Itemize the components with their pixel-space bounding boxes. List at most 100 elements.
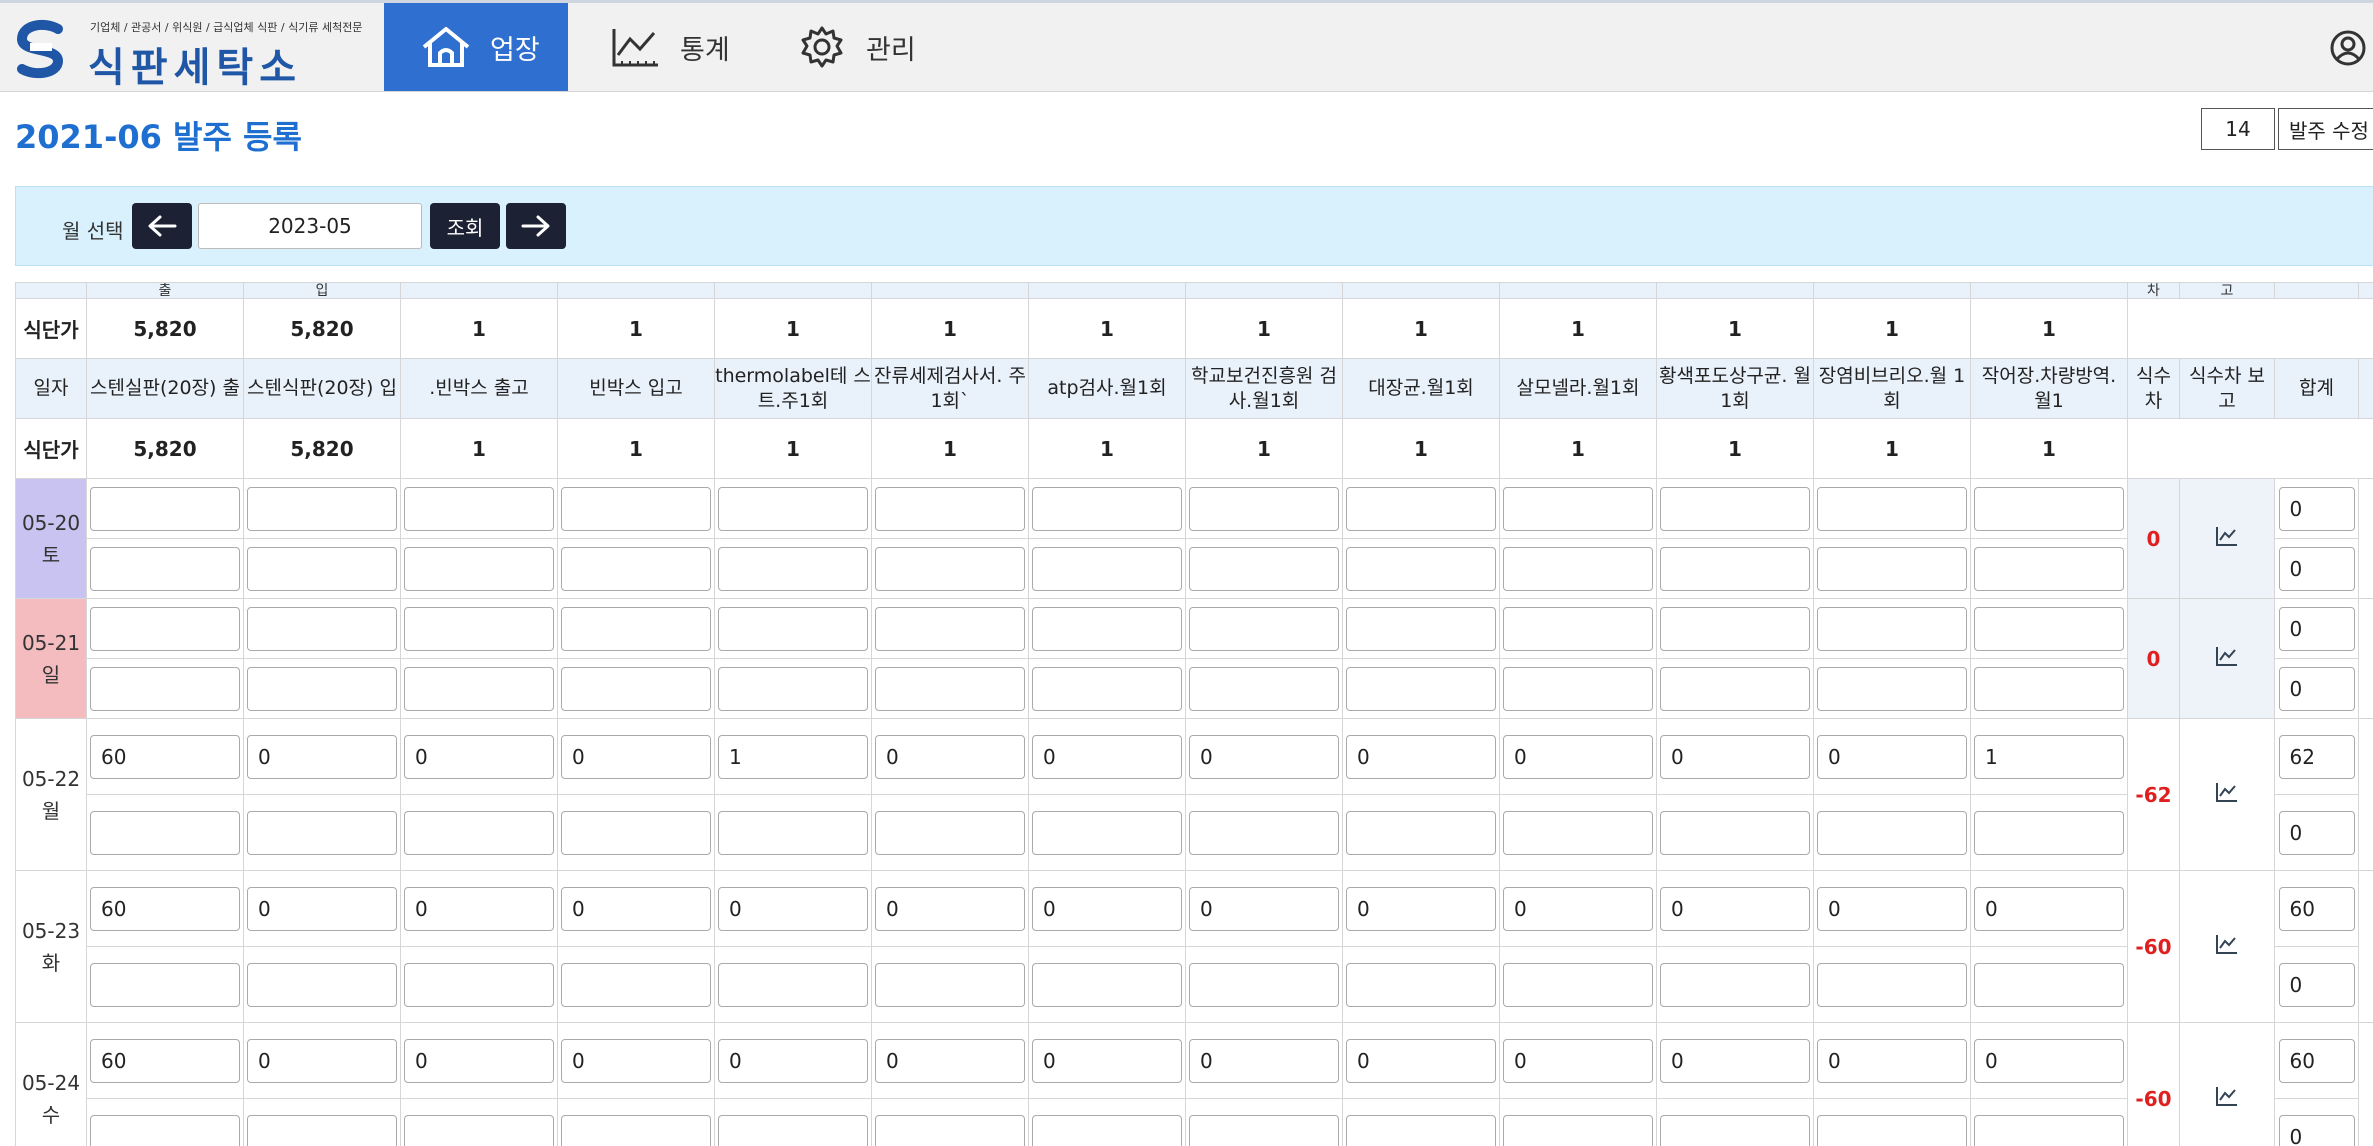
quantity-input-secondary[interactable] [1032, 962, 1182, 1007]
quantity-input-secondary[interactable] [404, 546, 554, 591]
quantity-input-secondary[interactable] [1189, 962, 1339, 1007]
quantity-input[interactable]: 0 [1503, 734, 1653, 779]
quantity-input[interactable]: 0 [247, 734, 397, 779]
quantity-input-secondary[interactable] [1346, 666, 1496, 711]
next-month-button[interactable] [506, 203, 566, 249]
quantity-input-secondary[interactable] [1817, 962, 1967, 1007]
quantity-input-secondary[interactable] [1660, 962, 1810, 1007]
total-input-secondary[interactable]: 0 [2278, 546, 2355, 591]
quantity-input-secondary[interactable] [404, 962, 554, 1007]
quantity-input[interactable]: 0 [1974, 886, 2124, 931]
order-grid-scroll-area[interactable]: 출 입 차 고 식단가 5,820 5,820 1 1 1 1 1 1 1 1 1 1 1 일자 스텐실판(20장) … [15, 282, 2373, 1146]
quantity-input[interactable] [1503, 486, 1653, 531]
quantity-input-secondary[interactable] [1189, 666, 1339, 711]
quantity-input[interactable]: 0 [561, 886, 711, 931]
quantity-input[interactable]: 0 [1032, 886, 1182, 931]
brand-logo[interactable]: 기업체 / 관공서 / 위식원 / 급식업체 식판 / 식기류 세척전문 식판세… [14, 15, 362, 91]
quantity-input-secondary[interactable] [1660, 810, 1810, 855]
quantity-input[interactable]: 0 [875, 1038, 1025, 1083]
nav-tab-admin[interactable]: 관리 [796, 3, 996, 91]
total-input[interactable]: 0 [2278, 486, 2355, 531]
query-button[interactable]: 조회 [430, 203, 500, 249]
quantity-input[interactable]: 0 [404, 886, 554, 931]
quantity-input[interactable] [90, 486, 240, 531]
quantity-input[interactable]: 0 [1974, 1038, 2124, 1083]
quantity-input[interactable] [1660, 606, 1810, 651]
quantity-input[interactable]: 0 [1660, 1038, 1810, 1083]
total-input-secondary[interactable]: 0 [2278, 962, 2355, 1007]
quantity-input[interactable]: 0 [1503, 886, 1653, 931]
quantity-input-secondary[interactable] [1974, 962, 2124, 1007]
quantity-input[interactable]: 0 [1660, 886, 1810, 931]
quantity-input[interactable] [875, 486, 1025, 531]
count-input[interactable]: 14 [2201, 108, 2275, 150]
user-profile-button[interactable] [2329, 29, 2367, 67]
quantity-input[interactable] [1503, 606, 1653, 651]
quantity-input-secondary[interactable] [90, 962, 240, 1007]
quantity-input[interactable]: 0 [718, 1038, 868, 1083]
quantity-input-secondary[interactable] [1346, 810, 1496, 855]
quantity-input-secondary[interactable] [1974, 666, 2124, 711]
quantity-input[interactable]: 0 [561, 1038, 711, 1083]
quantity-input[interactable]: 0 [1189, 886, 1339, 931]
quantity-input[interactable]: 0 [1189, 734, 1339, 779]
quantity-input[interactable]: 0 [247, 1038, 397, 1083]
quantity-input[interactable] [718, 606, 868, 651]
quantity-input-secondary[interactable] [90, 1114, 240, 1146]
quantity-input[interactable] [1817, 606, 1967, 651]
quantity-input[interactable] [561, 606, 711, 651]
quantity-input-secondary[interactable] [561, 810, 711, 855]
quantity-input[interactable]: 1 [1974, 734, 2124, 779]
quantity-input-secondary[interactable] [247, 962, 397, 1007]
quantity-input[interactable]: 0 [1346, 1038, 1496, 1083]
quantity-input[interactable] [561, 486, 711, 531]
quantity-input[interactable]: 0 [404, 734, 554, 779]
quantity-input-secondary[interactable] [404, 810, 554, 855]
quantity-input[interactable] [1032, 606, 1182, 651]
quantity-input-secondary[interactable] [1189, 810, 1339, 855]
quantity-input[interactable]: 0 [1346, 886, 1496, 931]
total-input-secondary[interactable]: 0 [2278, 666, 2355, 711]
line-chart-icon[interactable] [2215, 933, 2239, 955]
quantity-input-secondary[interactable] [1817, 810, 1967, 855]
quantity-input-secondary[interactable] [718, 1114, 868, 1146]
line-chart-icon[interactable] [2215, 781, 2239, 803]
quantity-input-secondary[interactable] [1503, 1114, 1653, 1146]
quantity-input-secondary[interactable] [247, 666, 397, 711]
quantity-input-secondary[interactable] [1503, 810, 1653, 855]
quantity-input[interactable] [247, 606, 397, 651]
quantity-input-secondary[interactable] [875, 810, 1025, 855]
quantity-input[interactable]: 1 [718, 734, 868, 779]
quantity-input[interactable]: 0 [1032, 734, 1182, 779]
quantity-input[interactable]: 60 [90, 734, 240, 779]
quantity-input-secondary[interactable] [875, 962, 1025, 1007]
quantity-input[interactable] [404, 606, 554, 651]
total-input[interactable]: 60 [2278, 1038, 2355, 1083]
quantity-input[interactable] [718, 486, 868, 531]
total-input[interactable]: 60 [2278, 886, 2355, 931]
quantity-input-secondary[interactable] [1032, 810, 1182, 855]
quantity-input[interactable]: 60 [90, 886, 240, 931]
quantity-input[interactable]: 0 [247, 886, 397, 931]
quantity-input-secondary[interactable] [1189, 1114, 1339, 1146]
quantity-input-secondary[interactable] [247, 810, 397, 855]
quantity-input[interactable] [1974, 606, 2124, 651]
quantity-input[interactable]: 0 [1660, 734, 1810, 779]
quantity-input-secondary[interactable] [1660, 666, 1810, 711]
quantity-input-secondary[interactable] [875, 1114, 1025, 1146]
quantity-input-secondary[interactable] [561, 1114, 711, 1146]
quantity-input[interactable]: 0 [875, 886, 1025, 931]
quantity-input[interactable] [1974, 486, 2124, 531]
quantity-input-secondary[interactable] [1817, 1114, 1967, 1146]
total-input-secondary[interactable]: 0 [2278, 810, 2355, 855]
quantity-input-secondary[interactable] [561, 666, 711, 711]
quantity-input-secondary[interactable] [561, 546, 711, 591]
total-input[interactable]: 0 [2278, 606, 2355, 651]
quantity-input-secondary[interactable] [875, 546, 1025, 591]
quantity-input-secondary[interactable] [718, 666, 868, 711]
quantity-input[interactable]: 0 [1503, 1038, 1653, 1083]
quantity-input-secondary[interactable] [247, 1114, 397, 1146]
month-input[interactable]: 2023-05 [198, 203, 422, 249]
quantity-input[interactable]: 60 [90, 1038, 240, 1083]
quantity-input[interactable]: 0 [1346, 734, 1496, 779]
